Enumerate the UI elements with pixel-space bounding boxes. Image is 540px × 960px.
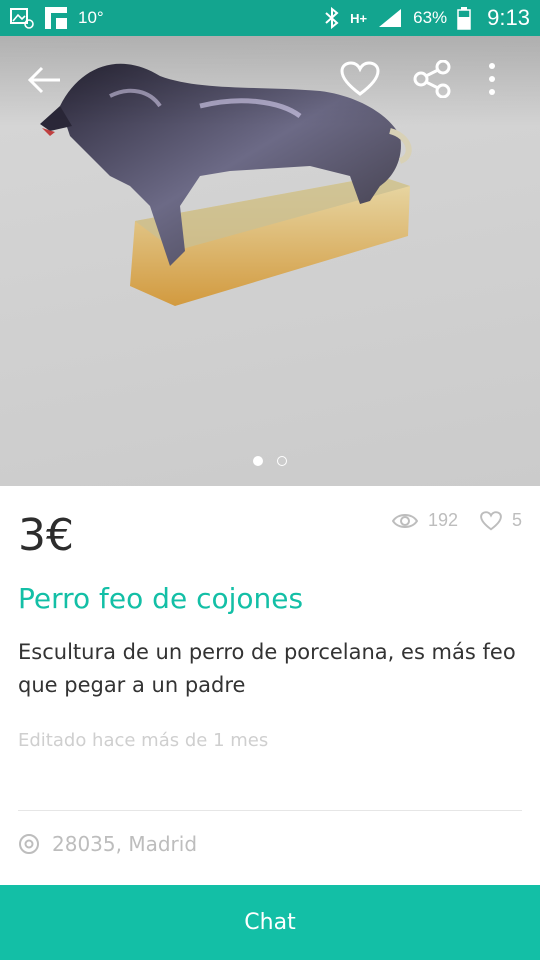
heart-icon: [340, 61, 380, 96]
photo-notification-icon: [10, 7, 34, 29]
price: 3€: [18, 510, 74, 561]
flipboard-icon: [44, 6, 68, 30]
back-arrow-icon: [27, 66, 60, 94]
listing-title: Perro feo de cojones: [18, 582, 304, 615]
divider: [18, 810, 522, 811]
listing-stats: 192 5: [391, 510, 522, 531]
location-text: 28035, Madrid: [52, 832, 198, 856]
share-button[interactable]: [406, 56, 458, 102]
status-bar: 10° H+ 63% 9:13: [0, 0, 540, 36]
views-stat: 192: [391, 510, 458, 531]
favorite-button[interactable]: [334, 56, 386, 102]
temperature: 10°: [78, 8, 104, 27]
listing-description: Escultura de un perro de porcelana, es m…: [18, 640, 516, 697]
battery-icon: [457, 6, 471, 30]
location-row[interactable]: 28035, Madrid: [18, 832, 197, 856]
location-icon: [19, 834, 39, 854]
listing-photo[interactable]: [0, 36, 540, 486]
more-options-button[interactable]: [470, 56, 514, 102]
header-shade: [0, 36, 540, 126]
chat-button[interactable]: Chat: [0, 885, 540, 960]
share-icon: [413, 60, 451, 98]
back-button[interactable]: [18, 58, 70, 102]
heart-icon: [480, 510, 502, 530]
signal-icon: [377, 7, 403, 29]
more-vert-icon: [489, 63, 495, 95]
favorites-stat: 5: [480, 510, 522, 531]
edited-timestamp: Editado hace más de 1 mes: [18, 730, 269, 751]
battery-percent: 63%: [413, 8, 448, 27]
pager-dot[interactable]: [253, 456, 263, 466]
network-type: H+: [350, 10, 368, 26]
clock: 9:13: [487, 5, 530, 30]
photo-pager: [0, 456, 540, 466]
eye-icon: [391, 513, 418, 528]
bluetooth-icon: [324, 6, 340, 30]
favorites-count: 5: [511, 510, 522, 530]
views-count: 192: [427, 510, 458, 530]
pager-dot[interactable]: [277, 456, 287, 466]
